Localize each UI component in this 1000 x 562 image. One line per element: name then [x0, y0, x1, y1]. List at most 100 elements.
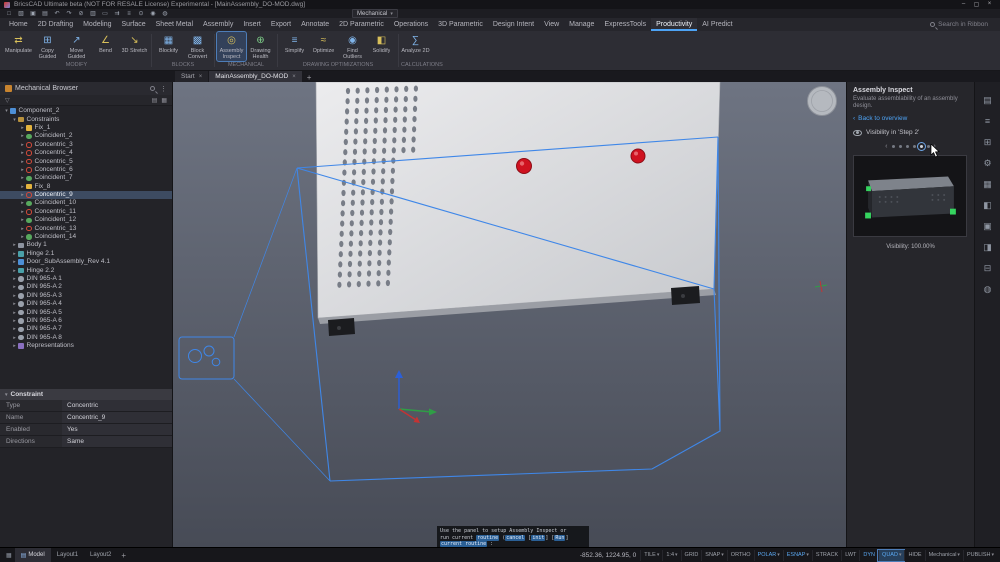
layout-grid-icon[interactable]: ▦: [3, 552, 15, 559]
command-line[interactable]: Use the panel to setup Assembly Inspect …: [437, 526, 589, 547]
sheet-sets-panel-icon[interactable]: ▣: [981, 220, 995, 232]
layers-icon[interactable]: ≡: [124, 10, 134, 18]
menu-item-insert[interactable]: Insert: [238, 18, 266, 31]
layout-tab-model[interactable]: ▤ Model: [14, 547, 51, 562]
close-tab-icon[interactable]: ×: [199, 74, 203, 80]
toggle-esnap[interactable]: ESNAP ▾: [782, 549, 812, 561]
red-pin-right[interactable]: [630, 148, 646, 164]
tree-item-din-965-a-3[interactable]: ▸ DIN 965-A 3: [0, 292, 172, 300]
step-dot-2[interactable]: [898, 144, 902, 148]
menu-item-3d-parametric[interactable]: 3D Parametric: [433, 18, 488, 31]
expand-icon[interactable]: ▸: [11, 241, 18, 249]
tree-item-concentric-9[interactable]: ▸ Concentric_9: [0, 190, 172, 200]
ribbon-tool-find-outliers[interactable]: ◉ Find Outliers: [338, 32, 367, 61]
toggle-1-4[interactable]: 1:4 ▾: [662, 549, 680, 561]
open-file-icon[interactable]: ▧: [16, 10, 26, 18]
tree-item-fix-8[interactable]: ▸ Fix_8: [0, 183, 172, 191]
layers-panel-icon[interactable]: ≡: [981, 115, 995, 127]
ribbon-tool-block-convert[interactable]: ▩ Block Convert: [183, 32, 212, 61]
ribbon-tool-manipulate[interactable]: ⇄ Manipulate: [4, 32, 33, 61]
content-browser-panel-icon[interactable]: ▦: [981, 178, 995, 190]
tree-item-coincident-10[interactable]: ▸ Coincident_10: [0, 199, 172, 207]
ribbon-tool-3d-stretch[interactable]: ↘ 3D Stretch: [120, 32, 149, 61]
ribbon-tool-copy-guided[interactable]: ⊞ Copy Guided: [33, 32, 62, 61]
menu-item-manage[interactable]: Manage: [564, 18, 599, 31]
tree-item-coincident-12[interactable]: ▸ Coincident_12: [0, 216, 172, 224]
ribbon-tool-move-guided[interactable]: ↗ Move Guided: [62, 32, 91, 61]
expand-icon[interactable]: ▸: [11, 325, 18, 333]
step-preview-thumbnail[interactable]: [853, 155, 967, 237]
mechanical-browser-panel-icon[interactable]: ⚙: [981, 157, 995, 169]
expand-icon[interactable]: ▸: [11, 334, 18, 342]
toggle-lwt[interactable]: LWT: [841, 549, 859, 561]
tree-item-body-1[interactable]: ▸ Body 1: [0, 241, 172, 249]
toggle-strack[interactable]: STRACK: [811, 549, 841, 561]
tree-item-fix-1[interactable]: ▸ Fix_1: [0, 124, 172, 132]
expand-icon[interactable]: ▸: [11, 283, 18, 291]
expand-icon[interactable]: ▸: [19, 216, 26, 224]
expand-icon[interactable]: ▸: [11, 258, 18, 266]
expand-icon[interactable]: ▸: [11, 292, 18, 300]
menu-item-assembly[interactable]: Assembly: [198, 18, 238, 31]
expand-icon[interactable]: ▸: [11, 250, 18, 258]
expand-icon[interactable]: ▸: [19, 158, 26, 166]
render-icon[interactable]: ◍: [160, 10, 170, 18]
expand-icon[interactable]: ▸: [19, 124, 26, 132]
expand-icon[interactable]: ▸: [19, 191, 26, 199]
match-properties-icon[interactable]: ⇉: [112, 10, 122, 18]
expand-icon[interactable]: ▸: [19, 183, 26, 191]
workspace-dropdown[interactable]: Mechanical ▾: [352, 9, 398, 18]
grid-view-icon[interactable]: ▦: [161, 97, 167, 104]
tree-item-coincident-7[interactable]: ▸ Coincident_7: [0, 174, 172, 182]
menu-item-2d-drafting[interactable]: 2D Drafting: [33, 18, 78, 31]
structure-panel-icon[interactable]: ⊞: [981, 136, 995, 148]
step-dot-1[interactable]: [891, 144, 895, 148]
menu-item-annotate[interactable]: Annotate: [296, 18, 334, 31]
minimize-button[interactable]: –: [957, 1, 970, 8]
redo-icon[interactable]: ↷: [64, 10, 74, 18]
expand-icon[interactable]: ▸: [11, 300, 18, 308]
tree-item-coincident-14[interactable]: ▸ Coincident_14: [0, 233, 172, 241]
tree-item-din-965-a-5[interactable]: ▸ DIN 965-A 5: [0, 308, 172, 316]
expand-icon[interactable]: ▾: [3, 107, 10, 115]
expand-icon[interactable]: ▸: [19, 208, 26, 216]
osnap-icon[interactable]: ⊙: [136, 10, 146, 18]
ribbon-search[interactable]: Search in Ribbon: [930, 21, 996, 28]
expand-icon[interactable]: ▸: [11, 309, 18, 317]
toggle-quad[interactable]: QUAD ▾: [877, 548, 906, 562]
toggle-ortho[interactable]: ORTHO: [726, 549, 754, 561]
expand-icon[interactable]: ▸: [11, 317, 18, 325]
expand-icon[interactable]: ▸: [19, 141, 26, 149]
expand-icon[interactable]: ▸: [19, 166, 26, 174]
tree-item-din-965-a-1[interactable]: ▸ DIN 965-A 1: [0, 275, 172, 283]
tree-item-concentric-6[interactable]: ▸ Concentric_6: [0, 166, 172, 174]
expand-icon[interactable]: ▸: [19, 199, 26, 207]
new-file-icon[interactable]: □: [4, 10, 14, 18]
tree-item-concentric-4[interactable]: ▸ Concentric_4: [0, 149, 172, 157]
menu-item-export[interactable]: Export: [266, 18, 296, 31]
filter-icon[interactable]: ▽: [5, 97, 10, 104]
cut-icon[interactable]: ⊘: [76, 10, 86, 18]
toggle-polar[interactable]: POLAR ▾: [753, 549, 783, 561]
visibility-step-row[interactable]: Visibility in 'Step 2': [853, 129, 968, 136]
tree-item-concentric-3[interactable]: ▸ Concentric_3: [0, 141, 172, 149]
report-panel-icon[interactable]: ◧: [981, 199, 995, 211]
tree-item-din-965-a-2[interactable]: ▸ DIN 965-A 2: [0, 283, 172, 291]
ribbon-tool-simplify[interactable]: ≡ Simplify: [280, 32, 309, 61]
layout-tab-layout2[interactable]: Layout2: [84, 548, 117, 562]
expand-icon[interactable]: ▸: [11, 267, 18, 275]
ribbon-tool-analyze-2d[interactable]: ∑ Analyze 2D: [401, 32, 430, 61]
doc-tab-mainassembly-do-mod[interactable]: MainAssembly_DO-MOD ×: [209, 71, 302, 82]
ribbon-tool-assembly-inspect[interactable]: ◎ Assembly Inspect: [216, 31, 247, 62]
properties-panel-icon[interactable]: ▤: [981, 94, 995, 106]
panel-menu-icon[interactable]: ⋮: [160, 85, 167, 93]
undo-icon[interactable]: ↶: [52, 10, 62, 18]
tree-item-constraints[interactable]: ▾ Constraints: [0, 115, 172, 123]
menu-item-surface[interactable]: Surface: [117, 18, 151, 31]
tree-item-hinge-2-2[interactable]: ▸ Hinge 2.2: [0, 266, 172, 274]
viewport-3d[interactable]: Use the panel to setup Assembly Inspect …: [173, 82, 846, 547]
step-dot-6[interactable]: [926, 144, 930, 148]
layout-tab-layout1[interactable]: Layout1: [51, 548, 84, 562]
toggle-mechanical[interactable]: Mechanical ▾: [924, 549, 963, 561]
menu-item-2d-parametric[interactable]: 2D Parametric: [334, 18, 389, 31]
